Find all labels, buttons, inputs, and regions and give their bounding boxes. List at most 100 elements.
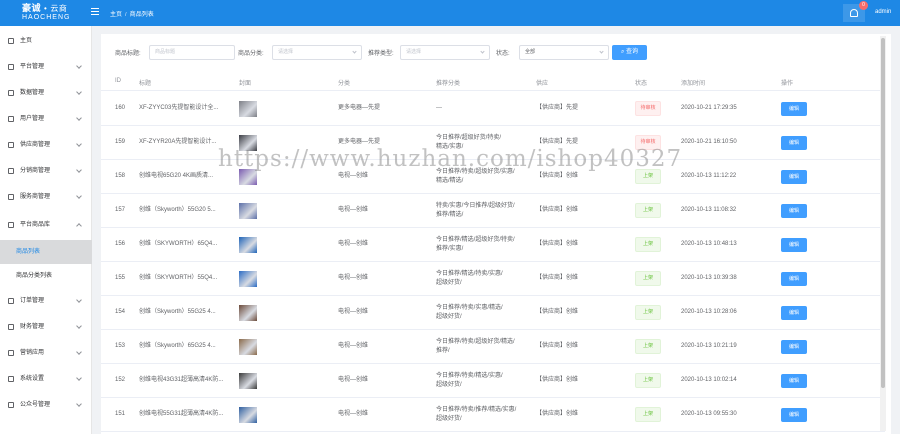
status-filter-value: 全部 xyxy=(525,49,536,55)
recommend-filter-label: 推荐类型: xyxy=(368,51,394,57)
status-filter-select[interactable]: 全部 xyxy=(519,45,609,60)
recommend-line: 今日推荐/特卖/推荐/精选/实惠/ xyxy=(436,407,517,413)
sidebar-item-users[interactable]: 用户管理 xyxy=(0,106,92,132)
user-menu[interactable]: admin xyxy=(875,9,891,15)
cell-time: 2020-10-13 10:02:14 xyxy=(681,377,737,383)
cell-time: 2020-10-13 10:28:06 xyxy=(681,309,737,315)
logo-english: HAOCHENG xyxy=(22,14,71,21)
sidebar-item-distributor[interactable]: 分销商管理 xyxy=(0,158,92,184)
sidebar-subitem-goods-category[interactable]: 商品分类列表 xyxy=(0,264,92,288)
sidebar-subitem-label: 商品列表 xyxy=(16,249,41,255)
title-filter-label: 商品标题: xyxy=(115,51,141,57)
top-bar: 豪诚 • 云商 HAOCHENG 主页 / 商品列表 0 admin xyxy=(0,0,900,26)
cell-time: 2020-10-21 16:10:50 xyxy=(681,139,737,145)
sidebar-item-label: 主页 xyxy=(20,38,33,44)
edit-button[interactable]: 编辑 xyxy=(781,204,807,218)
recommend-filter-value: 请选择 xyxy=(406,49,422,55)
search-button[interactable]: ⌕ 查询 xyxy=(612,45,647,60)
sidebar-item-home[interactable]: 主页 xyxy=(0,28,92,54)
cell-id: 157 xyxy=(115,207,126,213)
status-badge: 上架 xyxy=(635,339,661,354)
chevron-down-icon xyxy=(76,297,82,303)
chevron-down-icon xyxy=(76,349,82,355)
main-panel: 商品标题: 商品标题 商品分类: 请选择 推荐类型: 请选择 状态: 全部 ⌕ … xyxy=(101,34,891,434)
recommend-line: 今日推荐/超级好货/特卖/ xyxy=(436,135,502,141)
sidebar-item-data[interactable]: 数据管理 xyxy=(0,80,92,106)
scrollbar-thumb[interactable] xyxy=(881,38,885,388)
sidebar-item-goods[interactable]: 平台商品库 xyxy=(0,212,92,238)
cell-category: 电视—创维 xyxy=(338,309,369,315)
sidebar-item-label: 公众号管理 xyxy=(20,402,51,408)
cell-supplier: 【供应商】创维 xyxy=(536,275,579,281)
table-row: 155 创维（SKYWORTH）55Q4... 电视—创维 今日推荐/精选/特卖/实惠… xyxy=(101,262,885,296)
edit-button[interactable]: 编辑 xyxy=(781,136,807,150)
edit-button[interactable]: 编辑 xyxy=(781,102,807,116)
cell-category: 电视—创维 xyxy=(338,173,369,179)
column-header-cover: 封面 xyxy=(239,81,252,87)
recommend-line: 推荐/实惠/ xyxy=(436,246,464,252)
recommend-line: 今日推荐/特卖/超级好货/精选/ xyxy=(436,339,515,345)
cell-id: 158 xyxy=(115,173,126,179)
edit-button[interactable]: 编辑 xyxy=(781,272,807,286)
edit-button[interactable]: 编辑 xyxy=(781,374,807,388)
sidebar-item-service[interactable]: 服务商管理 xyxy=(0,184,92,210)
chevron-down-icon xyxy=(76,141,82,147)
edit-button[interactable]: 编辑 xyxy=(781,340,807,354)
sidebar-item-label: 订单管理 xyxy=(20,298,45,304)
sidebar-item-label: 数据管理 xyxy=(20,90,45,96)
cell-recommend: 今日推荐/特卖/超级好货/精选/推荐/ xyxy=(436,338,515,356)
sidebar-item-label: 用户管理 xyxy=(20,116,45,122)
edit-button[interactable]: 编辑 xyxy=(781,408,807,422)
sidebar-subitem-label: 商品分类列表 xyxy=(16,273,53,279)
sidebar-item-settings[interactable]: 系统设置 xyxy=(0,366,92,392)
title-filter-input[interactable]: 商品标题 xyxy=(149,45,235,60)
cell-id: 160 xyxy=(115,105,126,111)
cell-supplier: 【供应商】创维 xyxy=(536,343,579,349)
sidebar-subitem-goods-list[interactable]: 商品列表 xyxy=(0,240,92,264)
sidebar-item-orders[interactable]: 订单管理 xyxy=(0,288,92,314)
cell-time: 2020-10-13 10:21:19 xyxy=(681,343,737,349)
cell-recommend: 今日推荐/特卖/实惠/精选/超级好货/ xyxy=(436,304,503,322)
supplier-icon xyxy=(8,142,14,148)
chevron-down-icon xyxy=(76,401,82,407)
chevron-down-icon xyxy=(352,49,357,54)
menu-toggle-icon[interactable] xyxy=(91,8,99,15)
sidebar-item-finance[interactable]: 财务管理 xyxy=(0,314,92,340)
cell-category: 电视—创维 xyxy=(338,377,369,383)
chevron-down-icon xyxy=(599,49,604,54)
watermark: https://www.huzhan.com/ishop40327 xyxy=(218,146,683,172)
recommend-line: 今日推荐/精选/超级好货/特卖/ xyxy=(436,237,515,243)
cell-category: 更多电器—先提 xyxy=(338,105,381,111)
recommend-line: 精选/精选/ xyxy=(436,178,464,184)
recommend-line: 超级好货/ xyxy=(436,382,462,388)
search-icon: ⌕ xyxy=(620,49,625,55)
recommend-line: 超级好货/ xyxy=(436,314,462,320)
cover-image xyxy=(239,305,257,321)
category-filter-select[interactable]: 请选择 xyxy=(272,45,362,60)
recommend-filter-select[interactable]: 请选择 xyxy=(400,45,490,60)
category-filter-value: 请选择 xyxy=(278,49,294,55)
cell-recommend: 今日推荐/精选/特卖/实惠/超级好货/ xyxy=(436,270,503,288)
edit-button[interactable]: 编辑 xyxy=(781,170,807,184)
edit-button[interactable]: 编辑 xyxy=(781,306,807,320)
sidebar-item-platform[interactable]: 平台管理 xyxy=(0,54,92,80)
sidebar-item-marketing[interactable]: 营销应用 xyxy=(0,340,92,366)
status-badge: 上架 xyxy=(635,373,661,388)
sidebar-item-supplier[interactable]: 供应商管理 xyxy=(0,132,92,158)
cell-recommend: 今日推荐/精选/超级好货/特卖/推荐/实惠/ xyxy=(436,236,515,254)
sidebar-item-wechat[interactable]: 公众号管理 xyxy=(0,392,92,418)
table-row: 154 创维（Skyworth）55G25 4... 电视—创维 今日推荐/特卖/实惠… xyxy=(101,296,885,330)
recommend-line: 今日推荐/精选/特卖/实惠/ xyxy=(436,271,503,277)
sidebar-item-label: 平台商品库 xyxy=(20,222,51,228)
order-icon xyxy=(8,298,14,304)
user-icon xyxy=(8,116,14,122)
cell-title: 创维（Skyworth）65G25 4... xyxy=(139,343,216,349)
column-header-action: 操作 xyxy=(781,81,794,87)
cell-title: XF-ZYYC03先提智能设计全... xyxy=(139,105,219,111)
edit-button[interactable]: 编辑 xyxy=(781,238,807,252)
cell-id: 155 xyxy=(115,275,126,281)
category-filter-label: 商品分类: xyxy=(238,51,264,57)
breadcrumb-home[interactable]: 主页 xyxy=(110,12,122,18)
column-header-supplier: 供应 xyxy=(536,81,549,87)
status-badge: 上架 xyxy=(635,407,661,422)
